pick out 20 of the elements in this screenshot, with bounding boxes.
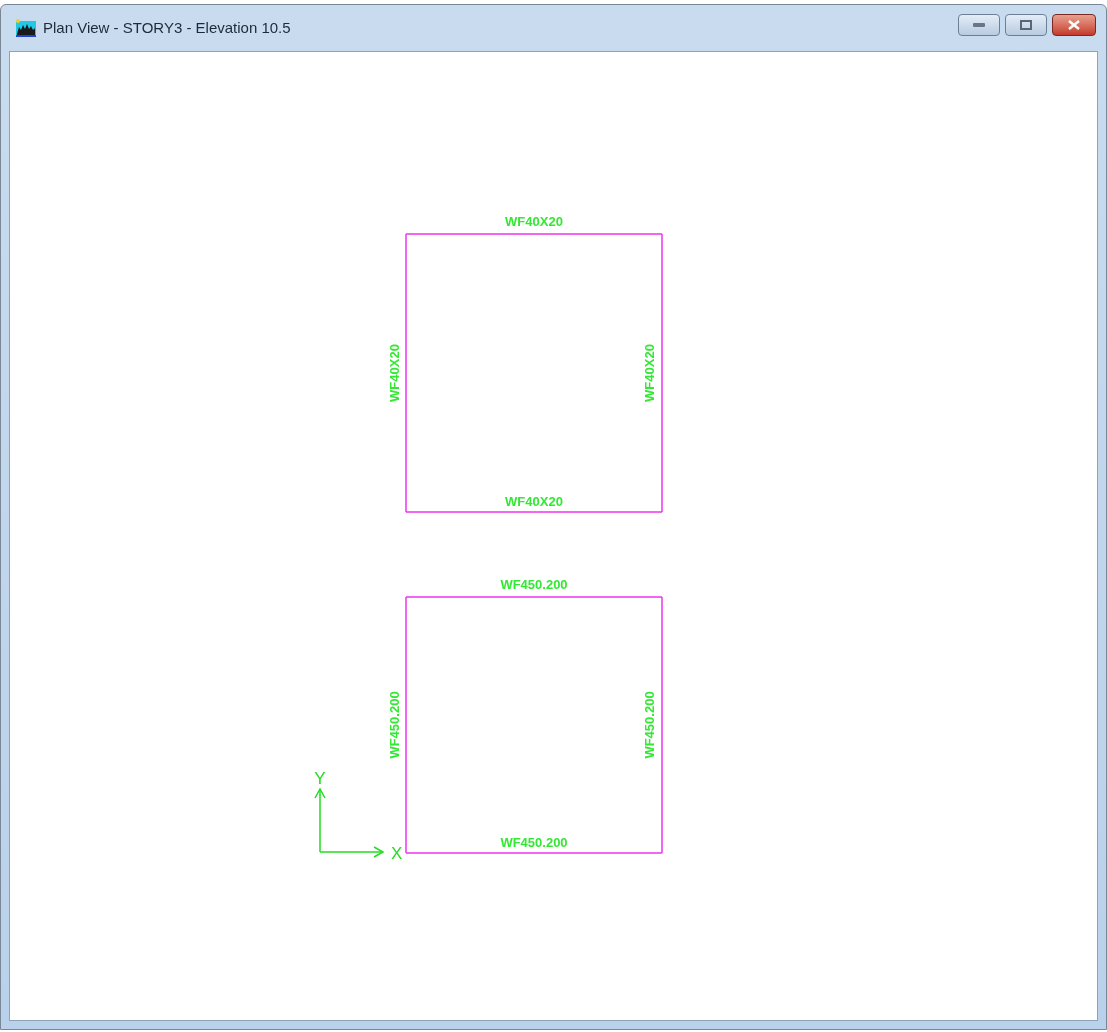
beam-label: WF40X20	[505, 214, 563, 229]
beam-label: WF40X20	[505, 494, 563, 509]
minimize-icon	[973, 23, 985, 27]
beam-label: WF450.200	[500, 577, 568, 592]
y-axis-label: Y	[314, 769, 326, 788]
beam-label: WF450.200	[387, 691, 402, 759]
beam-label: WF40X20	[387, 344, 402, 402]
maximize-icon	[1020, 20, 1032, 30]
beam-label: WF40X20	[642, 344, 657, 402]
beam-label: WF450.200	[642, 691, 657, 759]
close-icon	[1068, 20, 1080, 30]
minimize-button[interactable]	[958, 14, 1000, 36]
x-axis-label: X	[391, 844, 403, 863]
window-title: Plan View - STORY3 - Elevation 10.5	[43, 17, 291, 38]
maximize-button[interactable]	[1005, 14, 1047, 36]
app-icon	[15, 18, 37, 38]
close-button[interactable]	[1052, 14, 1096, 36]
x-axis-arrow	[319, 846, 385, 858]
beam-label: WF450.200	[500, 835, 568, 850]
y-axis-arrow	[314, 787, 326, 853]
